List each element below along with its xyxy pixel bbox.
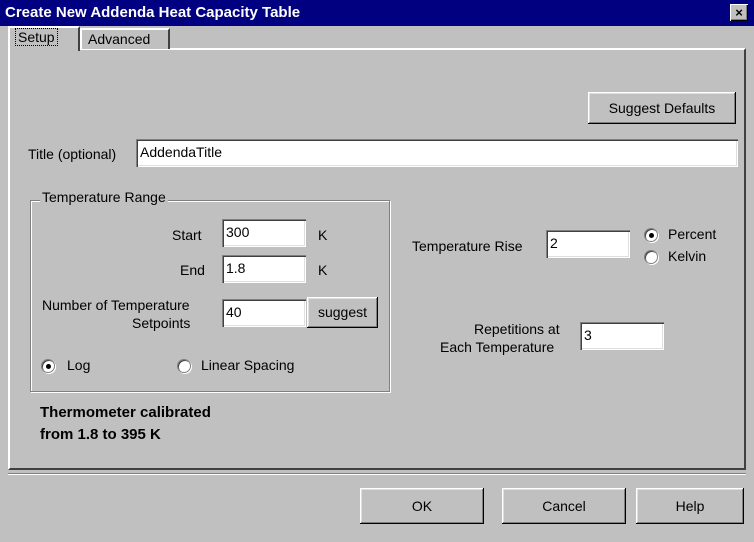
linear-spacing-radio[interactable] — [177, 359, 191, 373]
end-label: End — [180, 262, 205, 278]
radio-selected-dot — [46, 364, 51, 369]
suggest-button[interactable]: suggest — [307, 297, 378, 328]
close-button[interactable]: × — [730, 4, 748, 21]
suggest-defaults-button[interactable]: Suggest Defaults — [588, 92, 736, 124]
log-radio[interactable] — [41, 359, 55, 373]
ok-button[interactable]: OK — [360, 488, 484, 524]
end-input[interactable]: 1.8 — [222, 255, 306, 283]
setpoints-label-line1: Number of Temperature — [42, 297, 190, 313]
kelvin-label[interactable]: Kelvin — [668, 248, 706, 264]
tab-advanced-label: Advanced — [88, 31, 151, 47]
start-unit: K — [318, 227, 328, 243]
percent-label[interactable]: Percent — [668, 226, 716, 242]
percent-radio[interactable] — [644, 228, 658, 242]
close-icon: × — [735, 5, 743, 20]
repetitions-input[interactable]: 3 — [580, 322, 664, 350]
temperature-rise-input[interactable]: 2 — [546, 230, 630, 258]
repetitions-label-line1: Repetitions at — [474, 321, 560, 337]
tab-advanced[interactable]: Advanced — [80, 28, 170, 49]
start-label: Start — [172, 227, 202, 243]
title-input[interactable]: AddendaTitle — [136, 139, 738, 167]
help-button[interactable]: Help — [636, 488, 744, 524]
tab-setup-label: Setup — [15, 28, 58, 46]
repetitions-label-line2: Each Temperature — [440, 339, 555, 355]
setpoints-input[interactable]: 40 — [222, 299, 306, 327]
linear-spacing-label[interactable]: Linear Spacing — [201, 357, 294, 373]
temperature-rise-label: Temperature Rise — [412, 238, 523, 254]
kelvin-radio[interactable] — [644, 250, 658, 264]
radio-selected-dot — [649, 233, 654, 238]
start-input[interactable]: 300 — [222, 219, 306, 247]
temperature-range-legend: Temperature Range — [40, 189, 168, 205]
calibration-line1: Thermometer calibrated — [40, 404, 211, 421]
log-label[interactable]: Log — [67, 357, 90, 373]
tab-setup[interactable]: Setup — [8, 26, 80, 51]
footer-separator-highlight — [8, 474, 746, 475]
setpoints-label-line2: Setpoints — [132, 315, 191, 331]
cancel-button[interactable]: Cancel — [502, 488, 626, 524]
window-title: Create New Addenda Heat Capacity Table — [5, 4, 301, 21]
end-unit: K — [318, 262, 328, 278]
calibration-line2: from 1.8 to 395 K — [40, 426, 161, 443]
title-label: Title (optional) — [28, 146, 117, 162]
